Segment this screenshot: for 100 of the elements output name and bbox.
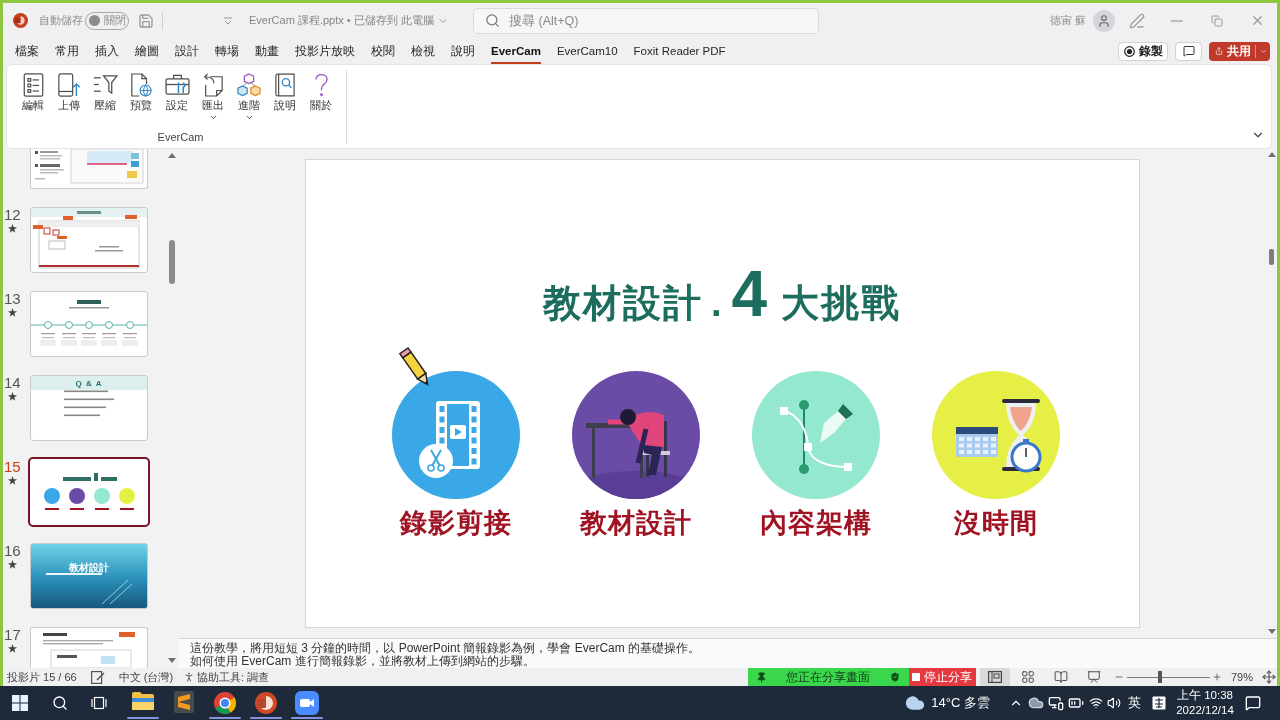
ribbon-button[interactable]: 設定 [159, 70, 195, 122]
accessibility-button[interactable]: 協助工具: 調查 [183, 669, 270, 685]
ribbon-button[interactable]: 進階 [231, 70, 267, 122]
ribbon-button[interactable]: 說明 [267, 70, 303, 122]
document-arrow-icon [202, 72, 224, 97]
search-field[interactable]: 搜尋 (Alt+Q) [473, 7, 819, 34]
scrollbar-thumb[interactable] [1269, 249, 1274, 265]
task-view-icon[interactable] [91, 695, 107, 711]
document-globe-icon [130, 72, 152, 97]
clock-time[interactable]: 上午 10:38 [1177, 688, 1233, 703]
slide-thumbnail[interactable] [28, 457, 150, 527]
language-status[interactable]: 中文 (台灣) [118, 669, 174, 685]
slide-title: 教材設計 .4 大挑戰 [542, 262, 902, 326]
comment-icon [1182, 45, 1195, 57]
ribbon-group-label: EverCam [157, 131, 204, 144]
ribbon-button[interactable]: 編輯 [15, 70, 51, 122]
toolbox-icon [164, 74, 190, 95]
scrollbar-thumb[interactable] [168, 240, 175, 284]
weather-text[interactable]: 14°C 多雲 [931, 694, 990, 712]
ribbon-tab[interactable]: 動畫 [247, 38, 287, 64]
code-editor-icon[interactable] [174, 691, 194, 713]
autosave-label: 自動儲存 [39, 13, 83, 28]
ribbon-tab[interactable]: 校閱 [363, 38, 403, 64]
square-pen-icon [90, 670, 105, 684]
slide-number: 17 [4, 627, 21, 642]
comments-button[interactable] [1175, 41, 1202, 61]
ribbon-tab[interactable]: 投影片放映 [287, 38, 363, 64]
challenge-label: 教材設計 [579, 508, 692, 538]
four-arrows-icon[interactable] [1262, 670, 1276, 684]
search-icon[interactable] [52, 695, 68, 711]
cloud-icon[interactable] [1028, 695, 1044, 711]
record-icon [1123, 45, 1135, 57]
slide-number: 12 [4, 207, 21, 222]
phone-upload-icon [57, 72, 81, 97]
video-camera-icon[interactable] [295, 691, 319, 715]
grid-icon [1020, 670, 1035, 684]
ribbon-button[interactable]: 預覽 [123, 70, 159, 122]
ribbon-button[interactable]: 上傳 [51, 70, 87, 122]
text-lines-drawing [64, 390, 114, 417]
record-button[interactable]: 錄製 [1118, 41, 1168, 61]
ribbon-button[interactable]: 壓縮 [87, 70, 123, 122]
wifi-icon[interactable] [1089, 696, 1103, 710]
ribbon-tab[interactable]: 檔案 [7, 38, 47, 64]
share-icon [1215, 45, 1223, 57]
view-button[interactable] [979, 668, 1010, 686]
battery-icon[interactable] [1068, 695, 1084, 711]
speaker-notes-text: 如何使用 EverCam 進行簡報錄影，並將教材上傳到網站的步驟。 [190, 655, 536, 668]
notes-button[interactable] [90, 670, 105, 684]
ribbon-button[interactable]: 匯出 [195, 70, 231, 122]
scroll-down-arrow-icon[interactable] [167, 658, 176, 663]
ribbon-tab[interactable]: 設計 [167, 38, 207, 64]
zoom-in-icon[interactable] [1211, 672, 1222, 682]
slide-number: 16 [4, 543, 21, 558]
presentation-app-icon[interactable] [254, 691, 278, 715]
slide-thumbnail[interactable]: Q & A [30, 375, 148, 441]
slide-number: 15 [4, 459, 21, 474]
scroll-up-arrow-icon[interactable] [167, 153, 176, 158]
ribbon-tab[interactable]: EverCam10 [548, 38, 626, 64]
slide-number: 14 [4, 375, 21, 390]
browser-icon[interactable] [213, 691, 237, 715]
notification-icon[interactable] [1245, 695, 1261, 711]
slide-panel-icon [987, 671, 1002, 683]
input-method-icon[interactable] [1152, 696, 1166, 710]
checklist-icon [22, 72, 44, 97]
ribbon-tab[interactable]: 說明 [443, 38, 483, 64]
cubes-icon [237, 72, 261, 97]
share-status-text: 您正在分享畫面 [785, 668, 870, 686]
ribbon-tab[interactable]: 檢視 [403, 38, 443, 64]
avatar-icon[interactable] [1093, 9, 1115, 32]
ribbon-tab[interactable]: Foxit Reader PDF [625, 38, 734, 64]
ribbon-tab[interactable]: 繪圖 [127, 38, 167, 64]
start-icon[interactable] [12, 695, 28, 711]
question-mark-icon [313, 72, 329, 97]
speaker-icon[interactable] [1107, 696, 1121, 710]
ribbon-tab[interactable]: 插入 [87, 38, 127, 64]
ribbon-tab[interactable]: 常用 [47, 38, 87, 64]
presentation-app-icon [13, 13, 28, 28]
folder-icon[interactable] [131, 691, 155, 711]
restore-icon [1211, 14, 1223, 27]
shield-check-icon [888, 671, 901, 683]
display-icon[interactable] [1048, 695, 1064, 711]
ribbon-button[interactable]: 關於 [303, 70, 339, 122]
input-mode-label[interactable]: 英 [1128, 694, 1141, 712]
stop-share-button[interactable]: 停止分享 [908, 668, 976, 686]
challenge-label: 錄影剪接 [399, 508, 512, 538]
slider-thumb[interactable] [1158, 671, 1163, 683]
minimize-icon [1171, 19, 1183, 22]
toggle-knob-icon [89, 15, 100, 26]
cloud-icon[interactable] [905, 693, 926, 713]
pin-icon[interactable] [755, 671, 767, 683]
share-button[interactable]: 共用 [1209, 41, 1270, 61]
scroll-up-arrow-icon[interactable] [1267, 152, 1276, 157]
zoom-level-button[interactable]: 79% [1230, 671, 1253, 683]
thumbnail-title: 教材設計 [69, 562, 109, 573]
open-book-icon [1053, 670, 1068, 684]
ribbon-tab[interactable]: 轉場 [207, 38, 247, 64]
stop-icon [912, 673, 921, 681]
speaker-notes-text: 這份教學，將用短短 3 分鐘的時間，以 PowerPoint 簡報錄影為例，學會 EverCam 的基礎操作。 [190, 642, 702, 655]
clock-date[interactable]: 2022/12/14 [1176, 703, 1234, 718]
scroll-down-arrow-icon[interactable] [1267, 629, 1276, 634]
